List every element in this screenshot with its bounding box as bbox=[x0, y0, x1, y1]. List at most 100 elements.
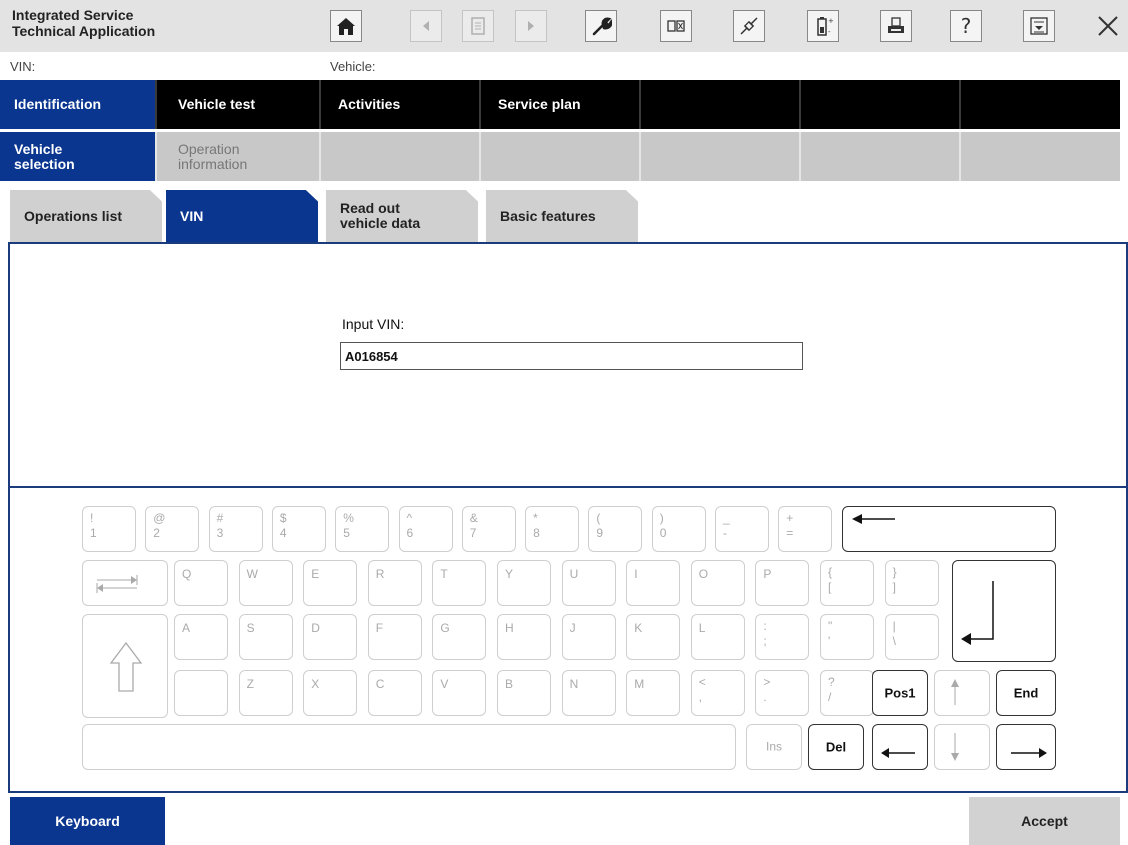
service-button[interactable] bbox=[585, 10, 617, 42]
shift-arrow-icon bbox=[109, 641, 143, 692]
keyboard-button[interactable]: Keyboard bbox=[10, 797, 165, 845]
arrow-up-key[interactable] bbox=[934, 670, 990, 716]
help-button[interactable]: ? bbox=[950, 10, 982, 42]
tab-basic-features[interactable]: Basic features bbox=[486, 190, 638, 242]
key-row3-5[interactable]: H bbox=[497, 614, 551, 660]
space-key[interactable] bbox=[82, 724, 736, 770]
key-row1-9[interactable]: ) 0 bbox=[651, 506, 706, 552]
arrow-up-icon bbox=[951, 679, 959, 705]
key-symbol: O bbox=[698, 567, 709, 581]
key-row2-6[interactable]: U bbox=[561, 560, 616, 606]
key-row3-3[interactable]: F bbox=[367, 614, 422, 660]
subnav-operation-information[interactable]: Operation information bbox=[164, 132, 321, 181]
key-symbol: % bbox=[343, 511, 354, 525]
end-key[interactable]: End bbox=[996, 670, 1056, 716]
key-row4-8[interactable]: <, bbox=[690, 670, 745, 716]
key-row4-3[interactable]: C bbox=[367, 670, 422, 716]
vehicle-info-line: VIN: Vehicle: bbox=[0, 56, 1128, 78]
nav-vehicle-test[interactable]: Vehicle test bbox=[164, 80, 321, 129]
key-row1-4[interactable]: % 5 bbox=[335, 506, 390, 552]
subnav-vehicle-selection[interactable]: Vehicle selection bbox=[0, 132, 157, 181]
key-row3-1[interactable]: S bbox=[238, 614, 293, 660]
close-button[interactable] bbox=[1090, 10, 1126, 42]
svg-text:-: - bbox=[828, 28, 831, 36]
forward-button[interactable] bbox=[515, 10, 547, 42]
arrow-left-key[interactable] bbox=[872, 724, 928, 770]
key-row1-7[interactable]: * 8 bbox=[525, 506, 580, 552]
insert-key[interactable]: Ins bbox=[746, 724, 802, 770]
key-row2-2[interactable]: E bbox=[303, 560, 358, 606]
key-row1-10[interactable]: _ - bbox=[715, 506, 769, 552]
key-row3-7[interactable]: K bbox=[626, 614, 681, 660]
key-row4-7[interactable]: M bbox=[626, 670, 681, 716]
key-row1-2[interactable]: #3 bbox=[208, 506, 263, 552]
tab-operations-list[interactable]: Operations list bbox=[10, 190, 162, 242]
back-button[interactable] bbox=[410, 10, 442, 42]
virtual-keyboard: ! 1 @2 #3 $4% 5 ^ 6 & 7 * 8(9) 0 _ - + = Q W E R T Y U I O P{[}] … bbox=[8, 486, 1128, 793]
key-row3-9[interactable]: :; bbox=[755, 614, 810, 660]
shift-key[interactable] bbox=[82, 614, 168, 718]
key-base: - bbox=[723, 526, 727, 540]
backspace-key[interactable] bbox=[842, 506, 1056, 552]
key-symbol: _ bbox=[723, 511, 730, 525]
compare-button[interactable] bbox=[660, 10, 692, 42]
minimize-button[interactable] bbox=[1023, 10, 1055, 42]
key-row3-0[interactable]: A bbox=[174, 614, 228, 660]
nav-service-plan[interactable]: Service plan bbox=[484, 80, 641, 129]
key-row1-8[interactable]: (9 bbox=[588, 506, 643, 552]
key-row4-2[interactable]: X bbox=[303, 670, 358, 716]
key-row2-10[interactable]: {[ bbox=[820, 560, 874, 606]
key-row4-0[interactable] bbox=[174, 670, 228, 716]
key-row4-5[interactable]: B bbox=[497, 670, 551, 716]
key-row2-5[interactable]: Y bbox=[497, 560, 551, 606]
key-row3-2[interactable]: D bbox=[303, 614, 358, 660]
print-button[interactable] bbox=[880, 10, 912, 42]
key-base: / bbox=[828, 690, 832, 704]
key-row4-9[interactable]: >. bbox=[755, 670, 810, 716]
home-button[interactable] bbox=[330, 10, 362, 42]
key-row3-11[interactable]: | \ bbox=[884, 614, 939, 660]
key-row4-1[interactable]: Z bbox=[238, 670, 293, 716]
key-row1-5[interactable]: ^ 6 bbox=[398, 506, 453, 552]
key-row4-10[interactable]: ? / bbox=[820, 670, 874, 716]
key-row2-1[interactable]: W bbox=[238, 560, 293, 606]
key-row4-4[interactable]: V bbox=[432, 670, 487, 716]
nav-activities[interactable]: Activities bbox=[324, 80, 481, 129]
key-row4-6[interactable]: N bbox=[561, 670, 616, 716]
pos1-key[interactable]: Pos1 bbox=[872, 670, 928, 716]
key-row2-11[interactable]: }] bbox=[884, 560, 939, 606]
key-row1-3[interactable]: $4 bbox=[271, 506, 326, 552]
key-row2-4[interactable]: T bbox=[432, 560, 487, 606]
tab-key[interactable] bbox=[82, 560, 168, 606]
key-base: ] bbox=[892, 580, 896, 594]
vin-input[interactable] bbox=[340, 342, 803, 370]
key-symbol: ) bbox=[659, 511, 664, 525]
key-row3-8[interactable]: L bbox=[690, 614, 745, 660]
connection-button[interactable] bbox=[733, 10, 765, 42]
key-symbol: K bbox=[634, 621, 643, 635]
key-base: 7 bbox=[469, 526, 477, 540]
key-row2-9[interactable]: P bbox=[755, 560, 810, 606]
key-row2-8[interactable]: O bbox=[690, 560, 745, 606]
delete-key[interactable]: Del bbox=[808, 724, 864, 770]
key-row1-11[interactable]: + = bbox=[778, 506, 833, 552]
document-button[interactable] bbox=[462, 10, 494, 42]
key-row3-10[interactable]: " ' bbox=[820, 614, 874, 660]
key-row1-0[interactable]: ! 1 bbox=[82, 506, 136, 552]
key-row3-4[interactable]: G bbox=[432, 614, 487, 660]
nav-identification[interactable]: Identification bbox=[0, 80, 157, 129]
key-row2-3[interactable]: R bbox=[367, 560, 422, 606]
tab-vin[interactable]: VIN bbox=[166, 190, 318, 242]
key-row1-1[interactable]: @2 bbox=[145, 506, 200, 552]
arrow-right-key[interactable] bbox=[996, 724, 1056, 770]
key-symbol: I bbox=[634, 567, 638, 581]
enter-key[interactable] bbox=[952, 560, 1056, 662]
key-row2-7[interactable]: I bbox=[626, 560, 681, 606]
arrow-down-key[interactable] bbox=[934, 724, 990, 770]
key-row2-0[interactable]: Q bbox=[174, 560, 228, 606]
accept-button[interactable]: Accept bbox=[969, 797, 1120, 845]
key-row3-6[interactable]: J bbox=[561, 614, 616, 660]
tab-read-out-vehicle-data[interactable]: Read out vehicle data bbox=[326, 190, 478, 242]
key-row1-6[interactable]: & 7 bbox=[461, 506, 516, 552]
battery-button[interactable]: + - bbox=[807, 10, 839, 42]
